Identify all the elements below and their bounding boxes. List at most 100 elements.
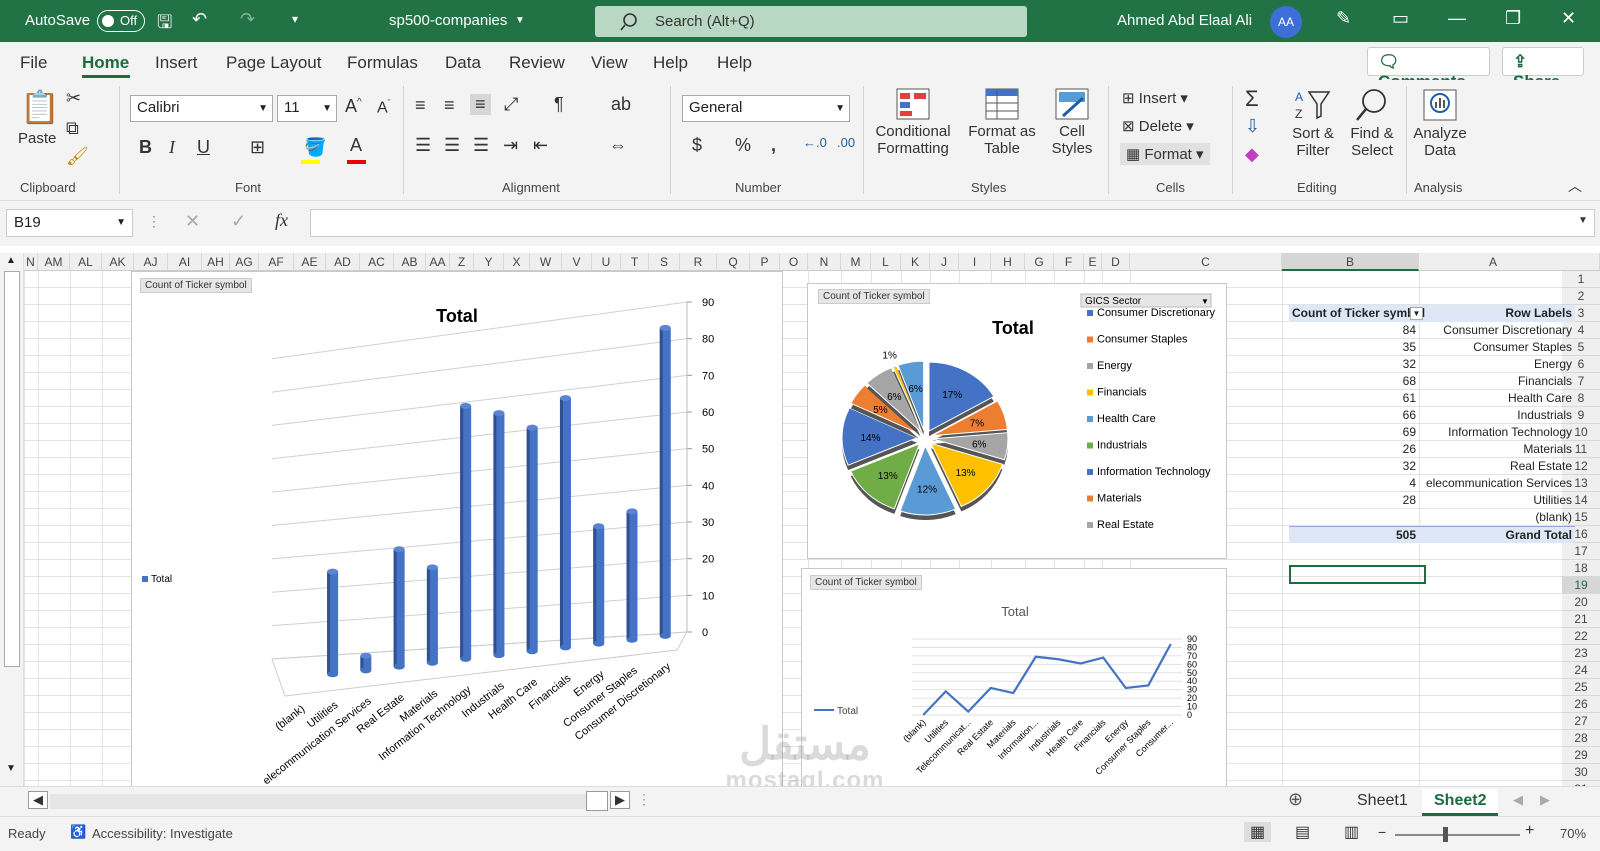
- insert-function-icon[interactable]: fx: [275, 210, 288, 231]
- fill-color-icon[interactable]: 🪣: [304, 137, 326, 158]
- page-break-view-icon[interactable]: ▥: [1344, 822, 1359, 842]
- row-header-21[interactable]: 21: [1562, 611, 1600, 628]
- decrease-decimal-icon[interactable]: .00: [837, 135, 855, 150]
- rtl-paragraph-icon[interactable]: ¶: [554, 94, 564, 115]
- column-header-T[interactable]: T: [621, 253, 649, 271]
- clear-icon[interactable]: ◆: [1245, 144, 1259, 165]
- wrap-text-icon[interactable]: ab: [611, 94, 631, 115]
- column-header-G[interactable]: G: [1025, 253, 1054, 271]
- next-sheet-icon[interactable]: ▶: [1540, 792, 1550, 808]
- column-header-X[interactable]: X: [504, 253, 530, 271]
- series-line[interactable]: [922, 643, 1172, 716]
- name-box[interactable]: B19 ▼: [6, 209, 133, 237]
- row-header-22[interactable]: 22: [1562, 628, 1600, 645]
- column-header-A[interactable]: A: [1419, 253, 1568, 271]
- tab-sheet2[interactable]: Sheet2: [1422, 789, 1499, 816]
- scroll-left-icon[interactable]: ◀: [28, 791, 48, 809]
- worksheet-grid[interactable]: N AM AL AK AJ AI AH AG AF AE AD AC AB AA Z Y X W V U T S R Q P O N…: [0, 253, 1600, 786]
- comments-button[interactable]: 🗨 Comments: [1367, 47, 1490, 91]
- add-sheet-icon[interactable]: ⊕: [1288, 789, 1303, 810]
- increase-indent-icon[interactable]: ⇤: [533, 135, 548, 156]
- accessibility-icon[interactable]: ♿: [70, 824, 86, 840]
- vertical-scrollbar[interactable]: ▲ ▼: [0, 253, 24, 786]
- row-header-28[interactable]: 28: [1562, 730, 1600, 747]
- find-select-button[interactable]: Find & Select: [1345, 88, 1399, 178]
- row-header-2[interactable]: 2: [1562, 288, 1600, 305]
- column-header-R[interactable]: R: [680, 253, 717, 271]
- h-scroll-thumb[interactable]: [586, 791, 608, 811]
- row-header-17[interactable]: 17: [1562, 543, 1600, 560]
- paste-button[interactable]: Paste: [18, 130, 56, 147]
- horizontal-scrollbar[interactable]: [50, 794, 586, 809]
- zoom-slider[interactable]: [1395, 834, 1520, 836]
- column-header-AL[interactable]: AL: [70, 253, 102, 271]
- align-bottom-icon[interactable]: ≡: [470, 94, 491, 115]
- formula-input[interactable]: [310, 209, 1595, 237]
- zoom-slider-thumb[interactable]: [1443, 827, 1448, 842]
- accessibility-status[interactable]: Accessibility: Investigate: [92, 826, 233, 841]
- row-header-23[interactable]: 23: [1562, 645, 1600, 662]
- number-format-select[interactable]: General ▼: [682, 95, 850, 122]
- tab-formulas[interactable]: Formulas: [347, 53, 418, 73]
- copy-icon[interactable]: ⧉: [66, 118, 79, 139]
- column-header-AB[interactable]: AB: [394, 253, 426, 271]
- analyze-data-button[interactable]: Analyze Data: [1410, 88, 1470, 178]
- column-header-B[interactable]: B: [1282, 253, 1419, 271]
- column-header-AH[interactable]: AH: [202, 253, 230, 271]
- row-header-19[interactable]: 19: [1562, 577, 1600, 594]
- column-header-AD[interactable]: AD: [326, 253, 360, 271]
- row-header-24[interactable]: 24: [1562, 662, 1600, 679]
- sort-filter-button[interactable]: AZ Sort & Filter: [1288, 88, 1338, 178]
- align-center-icon[interactable]: ☰: [444, 135, 460, 156]
- conditional-formatting-button[interactable]: Conditional Formatting: [873, 88, 953, 178]
- column-header-Q[interactable]: Q: [717, 253, 750, 271]
- column-header-W[interactable]: W: [530, 253, 562, 271]
- restore-icon[interactable]: ❐: [1505, 8, 1521, 29]
- share-button[interactable]: ⇪ Share: [1502, 47, 1584, 91]
- format-cells-button[interactable]: ▦ Format ▾: [1120, 143, 1210, 165]
- column-header-Z[interactable]: Z: [450, 253, 474, 271]
- format-painter-icon[interactable]: 🖌: [66, 146, 89, 167]
- column-header-L[interactable]: L: [871, 253, 901, 271]
- paste-icon[interactable]: 📋: [20, 88, 60, 126]
- column-header-U[interactable]: U: [592, 253, 621, 271]
- row-header-20[interactable]: 20: [1562, 594, 1600, 611]
- tab-home[interactable]: Home: [82, 53, 129, 73]
- row-header-1[interactable]: 1: [1562, 271, 1600, 288]
- currency-icon[interactable]: $: [692, 135, 702, 156]
- column-header-I[interactable]: I: [959, 253, 991, 271]
- merge-center-icon[interactable]: ⇔: [609, 135, 627, 156]
- tab-help-2[interactable]: Help: [717, 53, 752, 73]
- tab-help[interactable]: Help: [653, 53, 688, 73]
- row-header-29[interactable]: 29: [1562, 747, 1600, 764]
- collapse-ribbon-icon[interactable]: ︿: [1568, 176, 1582, 196]
- save-icon[interactable]: 🖫: [157, 10, 172, 40]
- close-icon[interactable]: ✕: [1561, 8, 1576, 29]
- field-button[interactable]: Count of Ticker symbol: [140, 278, 252, 293]
- fill-icon[interactable]: ⇩: [1245, 116, 1260, 137]
- column-header-N[interactable]: N: [24, 253, 38, 271]
- column-header-AC[interactable]: AC: [360, 253, 394, 271]
- column-header-AM[interactable]: AM: [38, 253, 70, 271]
- column-header-AJ[interactable]: AJ: [134, 253, 168, 271]
- column-header-N[interactable]: N: [808, 253, 841, 271]
- customize-qat-icon[interactable]: ▾: [292, 12, 298, 26]
- autosave-toggle[interactable]: Off: [97, 10, 145, 32]
- pivot-header-count[interactable]: Count of Ticker symbol: [1289, 305, 1426, 322]
- column-header-AE[interactable]: AE: [294, 253, 326, 271]
- selected-cell[interactable]: [1289, 565, 1426, 584]
- file-name[interactable]: sp500-companies: [389, 12, 507, 29]
- undo-icon[interactable]: ↶: [192, 9, 207, 30]
- expand-formula-icon[interactable]: ▼: [1578, 215, 1588, 226]
- prev-sheet-icon[interactable]: ◀: [1513, 792, 1523, 808]
- row-header-25[interactable]: 25: [1562, 679, 1600, 696]
- ribbon-display-icon[interactable]: ▭: [1392, 8, 1409, 29]
- normal-view-icon[interactable]: ▦: [1244, 822, 1272, 842]
- minimize-icon[interactable]: —: [1448, 8, 1466, 29]
- column-header-E[interactable]: E: [1084, 253, 1102, 271]
- font-size-select[interactable]: 11 ▼: [277, 95, 337, 122]
- column-header-O[interactable]: O: [780, 253, 808, 271]
- column-header-AI[interactable]: AI: [168, 253, 202, 271]
- delete-cells-button[interactable]: ⊠ Delete ▾: [1122, 117, 1194, 135]
- row-header-30[interactable]: 30: [1562, 764, 1600, 781]
